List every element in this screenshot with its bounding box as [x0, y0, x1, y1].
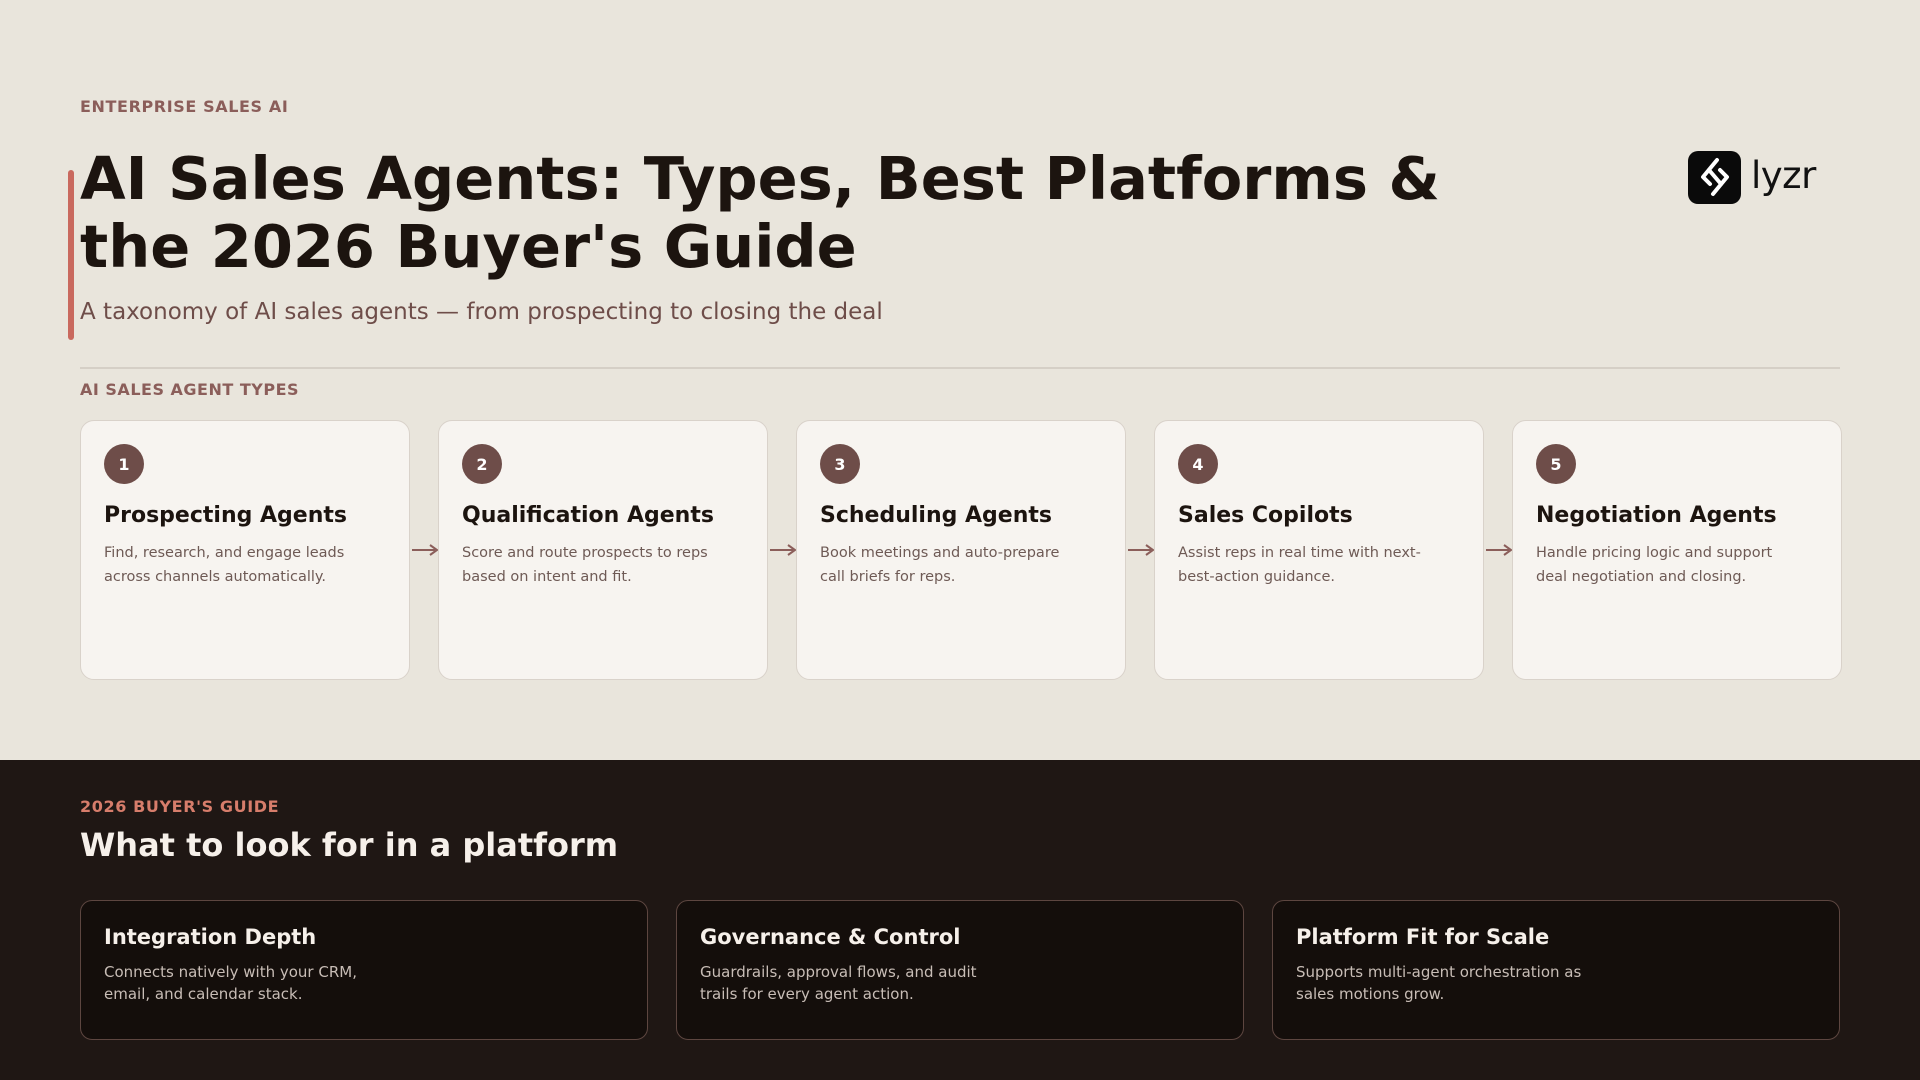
- step-number-badge: 3: [820, 444, 860, 484]
- agent-type-card: 5 Negotiation Agents Handle pricing logi…: [1512, 420, 1842, 680]
- agent-type-title: Scheduling Agents: [820, 503, 1052, 528]
- step-number-badge: 4: [1178, 444, 1218, 484]
- types-section-label: AI SALES AGENT TYPES: [80, 380, 300, 399]
- flow-arrow-icon: [1128, 544, 1155, 556]
- lyzr-logo-word: lyzr: [1751, 153, 1816, 197]
- page-subtitle: A taxonomy of AI sales agents — from pro…: [80, 299, 883, 325]
- agent-type-title: Qualification Agents: [462, 503, 714, 528]
- guide-card: Integration Depth Connects natively with…: [80, 900, 648, 1040]
- eyebrow-label: ENTERPRISE SALES AI: [80, 97, 289, 116]
- step-number-badge: 2: [462, 444, 502, 484]
- guide-card: Governance & Control Guardrails, approva…: [676, 900, 1244, 1040]
- guide-title: What to look for in a platform: [80, 826, 619, 864]
- lyzr-logo-mark-icon: [1688, 150, 1741, 204]
- flow-arrow-icon: [412, 544, 439, 556]
- accent-bar: [68, 170, 74, 340]
- section-divider: [80, 367, 1840, 369]
- guide-card-title: Platform Fit for Scale: [1296, 925, 1550, 949]
- guide-card-title: Integration Depth: [104, 925, 317, 949]
- flow-arrow-icon: [1486, 544, 1513, 556]
- guide-card-desc: Connects natively with your CRM, email, …: [104, 963, 357, 1003]
- agent-type-title: Prospecting Agents: [104, 503, 347, 528]
- agent-type-desc: Find, research, and engage leads across …: [104, 545, 345, 585]
- agent-type-desc: Score and route prospects to reps based …: [462, 545, 708, 585]
- step-number-badge: 5: [1536, 444, 1576, 484]
- guide-card: Platform Fit for Scale Supports multi-ag…: [1272, 900, 1840, 1040]
- agent-type-desc: Book meetings and auto-prepare call brie…: [820, 545, 1060, 585]
- agent-type-card: 4 Sales Copilots Assist reps in real tim…: [1154, 420, 1484, 680]
- page-title: AI Sales Agents: Types, Best Platforms &…: [80, 144, 1440, 281]
- agent-type-card: 2 Qualification Agents Score and route p…: [438, 420, 768, 680]
- guide-eyebrow-label: 2026 BUYER'S GUIDE: [80, 797, 280, 816]
- agent-type-title: Negotiation Agents: [1536, 503, 1777, 528]
- flow-arrow-icon: [770, 544, 797, 556]
- lyzr-logo: lyzr: [1688, 150, 1816, 204]
- guide-card-title: Governance & Control: [700, 925, 961, 949]
- agent-type-desc: Assist reps in real time with next-best-…: [1178, 545, 1421, 585]
- agent-type-desc: Handle pricing logic and support deal ne…: [1536, 545, 1773, 585]
- guide-card-desc: Supports multi-agent orchestration as sa…: [1296, 963, 1582, 1003]
- agent-type-card: 3 Scheduling Agents Book meetings and au…: [796, 420, 1126, 680]
- agent-type-card: 1 Prospecting Agents Find, research, and…: [80, 420, 410, 680]
- agent-type-title: Sales Copilots: [1178, 503, 1353, 528]
- guide-card-desc: Guardrails, approval flows, and audit tr…: [700, 963, 977, 1003]
- step-number-badge: 1: [104, 444, 144, 484]
